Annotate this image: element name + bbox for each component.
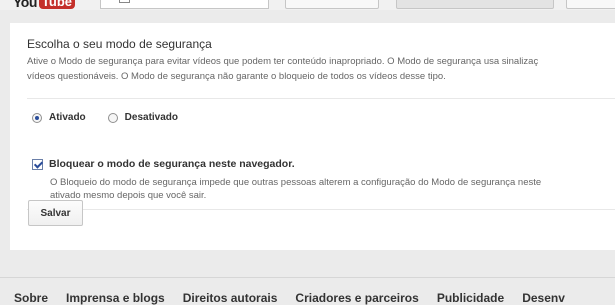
safety-mode-panel: Escolha o seu modo de segurança Ative o … bbox=[10, 23, 615, 250]
divider bbox=[27, 209, 615, 210]
footer-link-about[interactable]: Sobre bbox=[14, 291, 48, 305]
lock-checkbox-label[interactable]: Bloquear o modo de segurança neste naveg… bbox=[49, 158, 295, 170]
lock-description-line: ativado mesmo depois que você sair. bbox=[50, 190, 207, 201]
footer-divider bbox=[0, 277, 615, 278]
footer-link-press[interactable]: Imprensa e blogs bbox=[66, 291, 165, 305]
page-title: Escolha o seu modo de segurança bbox=[27, 37, 212, 51]
description-line: vídeos questionáveis. O Modo de seguranç… bbox=[27, 71, 446, 82]
logo-tube-text: Tube bbox=[38, 0, 75, 9]
description-line: Ative o Modo de segurança para evitar ví… bbox=[27, 56, 539, 67]
footer-link-advertising[interactable]: Publicidade bbox=[437, 291, 504, 305]
footer-links: Sobre Imprensa e blogs Direitos autorais… bbox=[14, 291, 583, 305]
account-button[interactable] bbox=[566, 0, 615, 9]
radio-off-label[interactable]: Desativado bbox=[125, 112, 178, 123]
masthead: You Tube bbox=[0, 0, 615, 10]
upload-button[interactable] bbox=[396, 0, 554, 9]
footer-link-copyright[interactable]: Direitos autorais bbox=[183, 291, 278, 305]
search-button[interactable] bbox=[285, 0, 379, 9]
radio-on[interactable] bbox=[32, 112, 42, 123]
divider bbox=[27, 98, 615, 99]
safety-mode-options: Ativado Desativado bbox=[32, 112, 178, 123]
save-button[interactable]: Salvar bbox=[28, 200, 83, 226]
logo-you-text: You bbox=[13, 0, 37, 10]
safety-description: Ative o Modo de segurança para evitar ví… bbox=[27, 54, 538, 84]
lock-description-line: O Bloqueio do modo de segurança impede q… bbox=[50, 177, 542, 188]
footer-link-developers[interactable]: Desenv bbox=[522, 291, 565, 305]
radio-on-label[interactable]: Ativado bbox=[49, 112, 86, 123]
search-field-icon bbox=[119, 0, 130, 3]
footer-link-creators[interactable]: Criadores e parceiros bbox=[295, 291, 418, 305]
search-input[interactable] bbox=[100, 0, 269, 9]
lock-description: O Bloqueio do modo de segurança impede q… bbox=[50, 176, 541, 202]
youtube-logo[interactable]: You Tube bbox=[13, 0, 75, 9]
lock-checkbox[interactable] bbox=[32, 159, 43, 170]
radio-off[interactable] bbox=[107, 112, 118, 123]
